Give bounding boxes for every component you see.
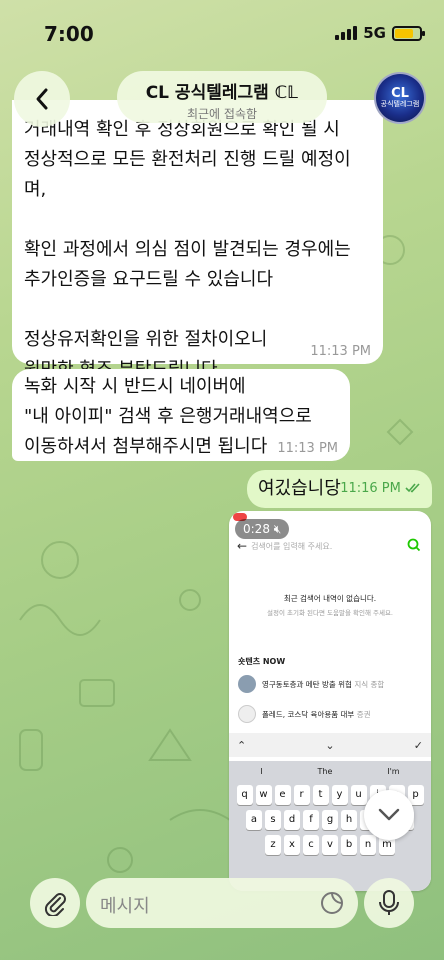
chevron-down-icon: ⌄ [325, 738, 335, 752]
keyboard-key: y [331, 785, 348, 805]
attach-button[interactable] [30, 878, 80, 928]
keyboard-key: x [284, 835, 300, 855]
checkmark-icon: ✓ [413, 738, 423, 752]
message-time: 11:16 PM [340, 481, 401, 496]
message-time: 11:13 PM [277, 441, 338, 456]
keyboard-suggestion: I [260, 767, 263, 776]
message-line: "내 아이피" 검색 후 은행거래내역으로 [24, 406, 312, 427]
message-bubble-outgoing[interactable]: 여깄습니당 11:16 PM [247, 470, 432, 508]
embedded-item-tag: 증권 [356, 709, 371, 719]
avatar[interactable]: CL 공식텔레그램 [374, 72, 426, 124]
embedded-search-bar: ← 검색어를 입력해 주세요. [237, 535, 423, 557]
message-line: 추가인증을 요구드릴 수 있습니다 [24, 269, 274, 290]
embedded-empty-title: 최근 검색어 내역이 없습니다. [283, 594, 377, 603]
paperclip-icon [44, 893, 66, 916]
message-input-placeholder: 메시지 [100, 896, 150, 917]
keyboard-key: g [322, 810, 338, 830]
avatar-logo: CL [391, 86, 409, 101]
status-bar: 7:00 5G [0, 0, 444, 60]
message-bubble-incoming[interactable]: 녹화 시작 시 반드시 네이버에 "내 아이피" 검색 후 은행거래내역으로 이동하… [12, 369, 350, 461]
keyboard-suggestion: I'm [387, 767, 400, 776]
message-line: 며, [24, 179, 47, 200]
keyboard-key: r [293, 785, 310, 805]
keyboard-key: u [350, 785, 367, 805]
keyboard-row: zxcvbnm [229, 835, 431, 855]
keyboard-key: a [246, 810, 262, 830]
status-time: 7:00 [44, 22, 94, 46]
sticker-icon[interactable] [320, 891, 344, 915]
keyboard-key: w [255, 785, 272, 805]
video-duration: 0:28 [243, 522, 270, 536]
back-arrow-icon [36, 88, 48, 110]
embedded-keyboard-toolbar: ⌃ ⌄ ✓ [229, 733, 431, 757]
keyboard-key: h [341, 810, 357, 830]
keyboard-key: e [274, 785, 291, 805]
message-line: 정상적으로 모든 환전처리 진행 드릴 예정이 [24, 149, 351, 170]
keyboard-key: f [303, 810, 319, 830]
keyboard-key: c [303, 835, 319, 855]
battery-level [395, 28, 413, 38]
back-arrow-icon: ← [237, 539, 248, 553]
search-icon [407, 538, 421, 552]
chat-header[interactable]: CL 공식텔레그램 ℂ𝕃 최근에 접속함 [117, 71, 327, 123]
message-line: 확인 과정에서 의심 점이 발견되는 경우에는 [24, 239, 351, 260]
keyboard-key: q [236, 785, 253, 805]
thumbnail [238, 675, 256, 693]
message-bubble-incoming[interactable]: 거래내역 확인 후 정상회원으로 확인 될 시 정상적으로 모든 환전처리 진행 … [12, 100, 383, 380]
keyboard-key: b [341, 835, 357, 855]
message-text: 여깄습니당 [258, 478, 341, 499]
embedded-search-placeholder: 검색어를 입력해 주세요. [251, 541, 333, 551]
double-check-icon [405, 483, 420, 493]
keyboard-suggestions: I The I'm [229, 761, 431, 780]
keyboard-key: z [265, 835, 281, 855]
embedded-section-title: 숏텐츠 NOW [238, 657, 286, 666]
microphone-icon [379, 890, 399, 915]
embedded-empty-subtitle: 설정이 초기화 된다면 도움말을 확인해 주세요. [266, 609, 394, 617]
message-time-status: 11:16 PM [340, 470, 421, 508]
chevron-down-icon [378, 808, 400, 821]
microphone-button[interactable] [364, 878, 414, 928]
embedded-item-text: 영구동토층과 메탄 방출 위협 [262, 679, 352, 689]
embedded-item-tag: 지식 종합 [354, 679, 385, 689]
keyboard-key: d [284, 810, 300, 830]
chat-last-seen: 최근에 접속함 [186, 107, 258, 121]
battery-icon [392, 25, 425, 41]
embedded-list-item: 폴레드, 코스닥 육아용품 대부 증권 [238, 704, 371, 724]
signal-icon [335, 26, 358, 40]
keyboard-key: t [312, 785, 329, 805]
chat-title: CL 공식텔레그램 ℂ𝕃 [145, 83, 299, 103]
back-button[interactable] [14, 71, 70, 127]
status-indicators: 5G [335, 24, 425, 42]
scroll-to-bottom-button[interactable] [364, 790, 414, 840]
message-input[interactable]: 메시지 [86, 878, 358, 928]
avatar-caption: 공식텔레그램 [380, 100, 420, 108]
thumbnail [238, 705, 256, 723]
embedded-list-item: 영구동토층과 메탄 방출 위협 지식 종합 [238, 674, 384, 694]
embedded-item-text: 폴레드, 코스닥 육아용품 대부 [262, 709, 355, 719]
chevron-up-icon: ⌃ [237, 738, 247, 752]
message-line: 녹화 시작 시 반드시 네이버에 [24, 376, 246, 397]
keyboard-suggestion: The [317, 767, 333, 776]
speaker-muted-icon: 🔇︎ [273, 522, 282, 536]
message-time: 11:13 PM [310, 344, 371, 359]
network-type: 5G [363, 24, 386, 42]
keyboard-key: s [265, 810, 281, 830]
keyboard-key: n [360, 835, 376, 855]
keyboard-key: v [322, 835, 338, 855]
